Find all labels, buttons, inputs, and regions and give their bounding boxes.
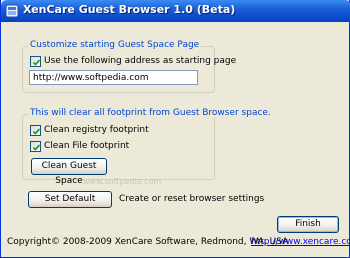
app-icon xyxy=(5,4,19,18)
set-default-description: Create or reset browser settings xyxy=(119,194,265,204)
finish-button[interactable]: Finish xyxy=(277,216,339,233)
use-address-checkbox[interactable] xyxy=(30,56,41,67)
clean-registry-checkbox-row[interactable]: Clean registry footprint xyxy=(30,125,150,136)
set-default-button[interactable]: Set Default xyxy=(28,191,112,208)
check-icon xyxy=(32,128,41,135)
check-icon xyxy=(32,144,41,151)
clean-file-checkbox-row[interactable]: Clean File footprint xyxy=(30,141,150,152)
start-page-group-legend: Customize starting Guest Space Page xyxy=(28,40,202,50)
main-window: XenCare Guest Browser 1.0 (Beta) Customi… xyxy=(0,0,350,258)
website-link[interactable]: http://www.xencare.com xyxy=(251,237,350,247)
use-address-checkbox-row[interactable]: Use the following address as starting pa… xyxy=(30,56,236,67)
softpedia-watermark: www.softpedia.com xyxy=(83,177,162,186)
copyright-text: Copyright© 2008-2009 XenCare Software, R… xyxy=(7,237,289,247)
use-address-label: Use the following address as starting pa… xyxy=(44,56,237,66)
clean-registry-label: Clean registry footprint xyxy=(44,125,149,135)
check-icon xyxy=(32,59,41,66)
start-page-address-input[interactable] xyxy=(29,70,198,85)
title-bar[interactable]: XenCare Guest Browser 1.0 (Beta) xyxy=(1,0,350,22)
clean-file-label: Clean File footprint xyxy=(44,141,130,151)
footprint-group-legend: This will clear all footprint from Guest… xyxy=(28,108,273,118)
clean-registry-checkbox[interactable] xyxy=(30,125,41,136)
window-title: XenCare Guest Browser 1.0 (Beta) xyxy=(23,3,236,16)
clean-file-checkbox[interactable] xyxy=(30,141,41,152)
clean-guest-space-button[interactable]: Clean Guest Space xyxy=(31,158,107,186)
